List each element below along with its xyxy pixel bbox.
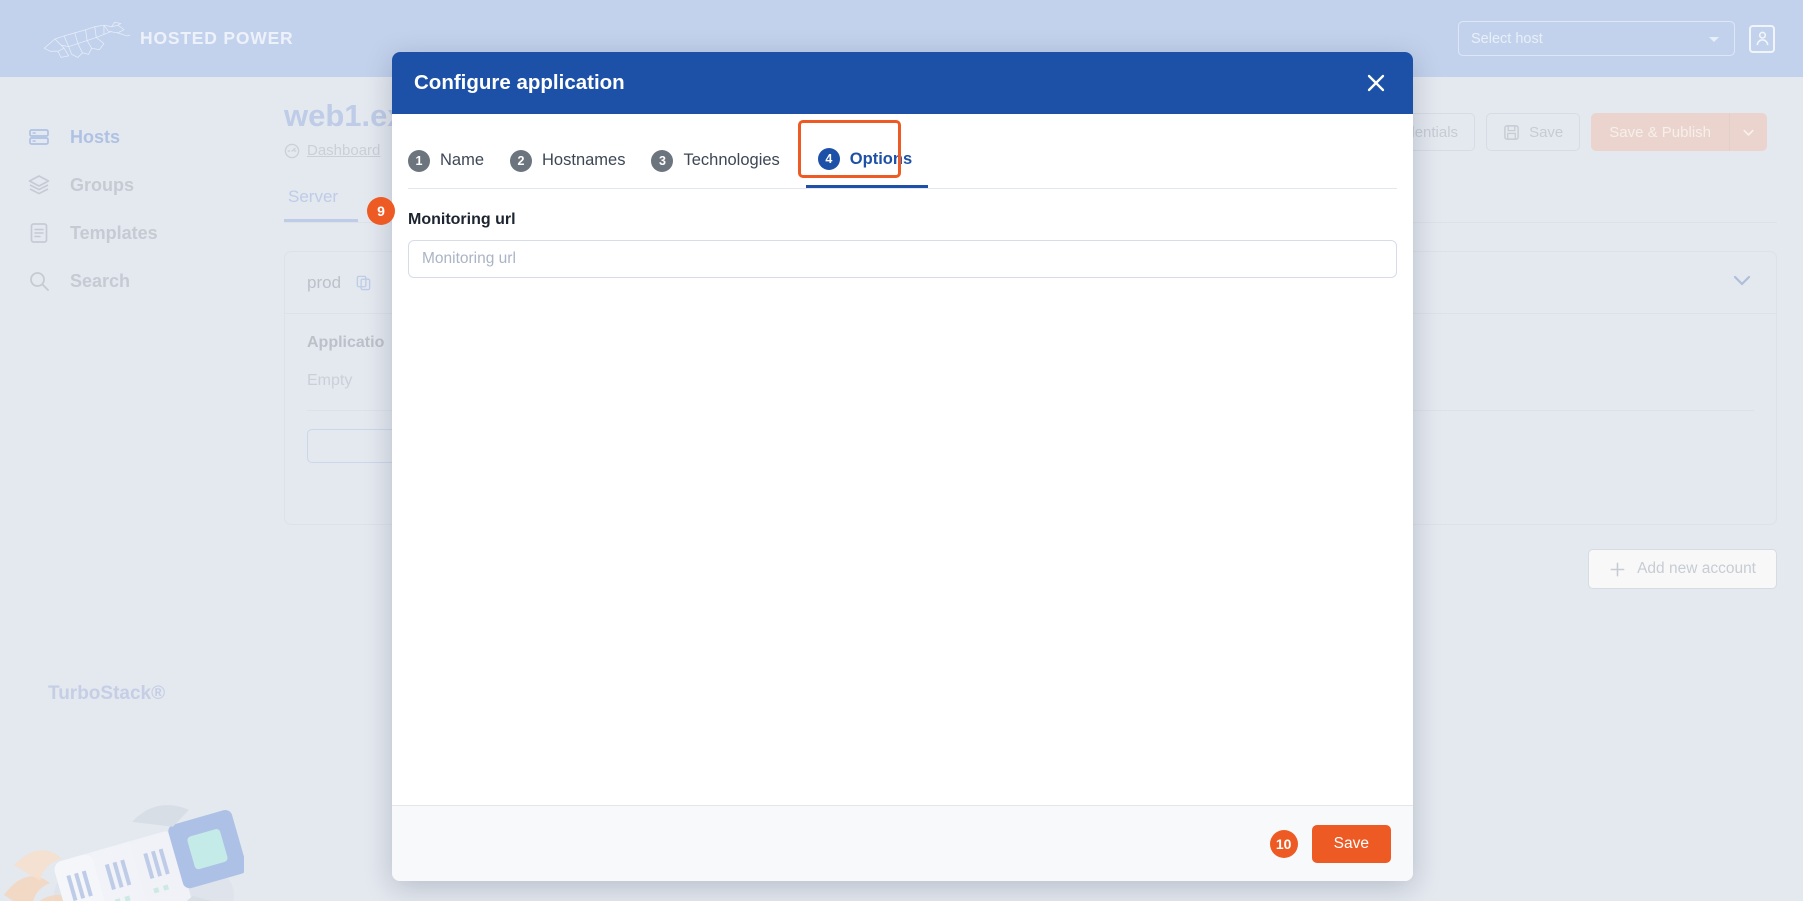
step-number: 4 — [817, 148, 840, 170]
monitoring-url-input[interactable] — [408, 240, 1397, 278]
step-label: Options — [849, 149, 913, 168]
step-label: Hostnames — [542, 151, 626, 169]
step-number: 2 — [510, 149, 533, 172]
wizard-step-technologies[interactable]: 3 Technologies — [651, 136, 795, 187]
modal-footer: 10 Save — [392, 805, 1413, 881]
wizard-step-options[interactable]: 4 Options — [805, 134, 929, 188]
modal-body: 1 Name 2 Hostnames 3 Technologies 4 Opti… — [392, 114, 1413, 805]
close-icon — [1367, 74, 1385, 92]
modal-save-button[interactable]: Save — [1311, 824, 1391, 863]
wizard-steps: 1 Name 2 Hostnames 3 Technologies 4 Opti… — [408, 120, 1397, 189]
step-label: Technologies — [683, 151, 780, 169]
step-number: 1 — [408, 149, 430, 172]
annotation-badge-10: 10 — [1269, 829, 1298, 858]
wizard-step-options-wrapper: 4 Options — [797, 120, 929, 188]
step-number: 3 — [651, 149, 674, 172]
modal-header: Configure application — [392, 52, 1413, 114]
monitoring-url-field: Monitoring url — [408, 189, 1397, 278]
monitoring-url-label: Monitoring url — [408, 211, 516, 228]
wizard-step-hostnames[interactable]: 2 Hostnames — [510, 136, 641, 187]
modal-close-button[interactable] — [1361, 68, 1391, 98]
wizard-step-name[interactable]: 1 Name — [408, 136, 500, 187]
annotation-badge-9: 9 — [367, 197, 395, 225]
configure-application-modal: Configure application 1 Name 2 Hostnames — [392, 52, 1413, 881]
step-label: Name — [440, 151, 485, 169]
modal-title: Configure application — [414, 71, 625, 94]
